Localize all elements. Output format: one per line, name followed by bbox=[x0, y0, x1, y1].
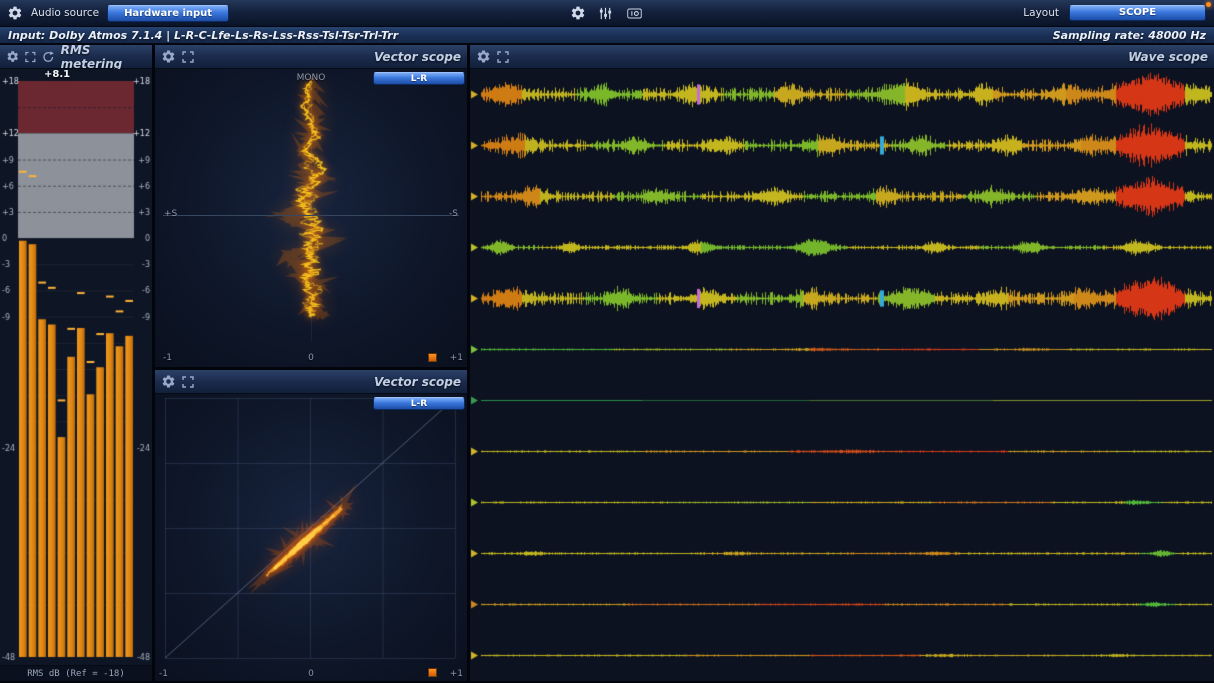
vector-bottom-display: L-R -1 0 +1 bbox=[155, 394, 467, 681]
panel-title: Vector scope bbox=[374, 375, 461, 389]
status-dot bbox=[1206, 2, 1211, 7]
vector-column: Vector scope MONO +S -S L-R -1 0 +1 bbox=[155, 45, 467, 681]
panel-title: Wave scope bbox=[1128, 50, 1208, 64]
io-icon[interactable] bbox=[625, 6, 644, 21]
pair-select-button[interactable]: L-R bbox=[373, 72, 465, 85]
vector-scope-bottom-panel: Vector scope L-R -1 0 +1 bbox=[155, 370, 467, 681]
layout-group: Layout SCOPE bbox=[1023, 5, 1214, 21]
tick-plus1: +1 bbox=[450, 669, 463, 679]
tick-plus1: +1 bbox=[450, 353, 463, 363]
rms-peak-readout: +8.1 bbox=[44, 69, 70, 80]
vector-vertical-axis bbox=[311, 77, 312, 341]
hardware-input-button[interactable]: Hardware input bbox=[107, 5, 229, 22]
scope-button[interactable]: SCOPE bbox=[1069, 5, 1206, 21]
gear-icon[interactable] bbox=[6, 49, 19, 64]
vector2-canvas bbox=[155, 394, 467, 681]
tick-zero: 0 bbox=[308, 353, 314, 363]
rms-meter-area: +8.1 bbox=[0, 69, 152, 665]
vector-bottom-header: Vector scope bbox=[155, 370, 467, 394]
reset-rotate-icon[interactable] bbox=[42, 50, 55, 64]
gear-icon[interactable] bbox=[161, 374, 176, 389]
panel-title: Vector scope bbox=[374, 50, 461, 64]
main-area: RMS metering +8.1 RMS dB (Ref = -18) Vec… bbox=[0, 45, 1214, 681]
tick-minus1: -1 bbox=[163, 353, 172, 363]
tick-zero: 0 bbox=[308, 669, 314, 679]
vector-top-display: MONO +S -S L-R -1 0 +1 bbox=[155, 69, 467, 367]
wave-canvas bbox=[470, 69, 1214, 681]
audio-source-group: Audio source Hardware input bbox=[0, 5, 229, 22]
level-indicator-square[interactable] bbox=[428, 668, 437, 677]
panel-title: RMS metering bbox=[61, 43, 146, 71]
expand-icon[interactable] bbox=[182, 51, 194, 63]
expand-icon[interactable] bbox=[182, 376, 194, 388]
wave-panel-header: Wave scope bbox=[470, 45, 1214, 69]
input-format-text: Input: Dolby Atmos 7.1.4 | L-R-C-Lfe-Ls-… bbox=[8, 29, 398, 42]
rms-panel-header: RMS metering bbox=[0, 45, 152, 69]
minus-s-label: -S bbox=[449, 209, 458, 219]
rms-panel: RMS metering +8.1 RMS dB (Ref = -18) bbox=[0, 45, 152, 681]
vector-top-header: Vector scope bbox=[155, 45, 467, 69]
vector-scope-top-panel: Vector scope MONO +S -S L-R -1 0 +1 bbox=[155, 45, 467, 367]
expand-icon[interactable] bbox=[497, 51, 509, 63]
sliders-icon[interactable] bbox=[598, 6, 613, 21]
vector-horizontal-axis bbox=[163, 215, 459, 216]
mono-label: MONO bbox=[297, 73, 326, 83]
gear-icon[interactable] bbox=[161, 49, 176, 64]
plus-s-label: +S bbox=[164, 209, 177, 219]
expand-icon[interactable] bbox=[25, 51, 36, 63]
settings-gear-icon[interactable] bbox=[7, 5, 23, 21]
rms-canvas bbox=[0, 69, 152, 665]
pair-select-button[interactable]: L-R bbox=[373, 397, 465, 410]
audio-source-label: Audio source bbox=[31, 7, 99, 19]
gear-icon[interactable] bbox=[476, 49, 491, 64]
info-bar: Input: Dolby Atmos 7.1.4 | L-R-C-Lfe-Ls-… bbox=[0, 27, 1214, 45]
level-indicator-square[interactable] bbox=[428, 353, 437, 362]
app-window: Audio source Hardware input Layout SCOPE… bbox=[0, 0, 1214, 683]
gear-icon[interactable] bbox=[570, 5, 586, 21]
sampling-rate-text: Sampling rate: 48000 Hz bbox=[1053, 29, 1206, 42]
wave-display bbox=[470, 69, 1214, 681]
toolbar-center-icons bbox=[570, 5, 644, 21]
layout-label: Layout bbox=[1023, 7, 1059, 19]
tick-minus1: -1 bbox=[159, 669, 168, 679]
rms-footer-label: RMS dB (Ref = -18) bbox=[0, 665, 152, 681]
wave-scope-panel: Wave scope bbox=[470, 45, 1214, 681]
top-toolbar: Audio source Hardware input Layout SCOPE bbox=[0, 0, 1214, 27]
